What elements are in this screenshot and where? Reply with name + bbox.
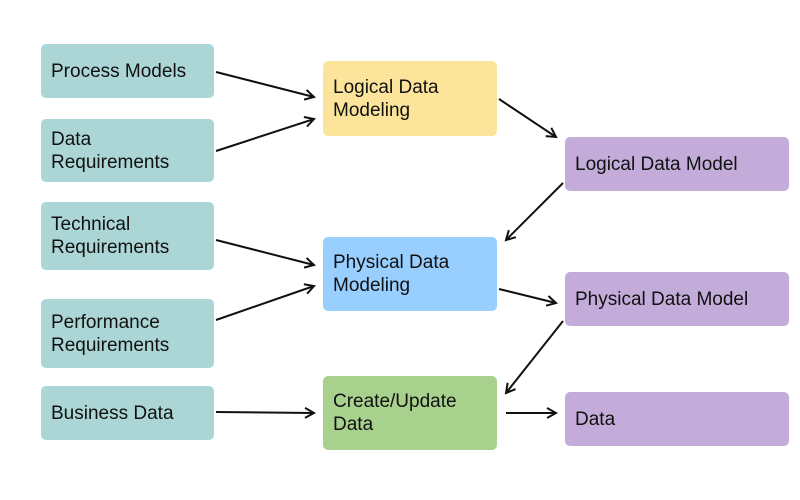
arrow-business-data-to-create (215, 412, 314, 413)
arrow-logical-modeling-to-model (498, 98, 556, 137)
arrows (215, 71, 564, 500)
arrow-tech-req-to-physical (215, 239, 314, 265)
arrow-data-req-to-logical (215, 119, 314, 152)
arrow-perf-req-to-physical (215, 286, 314, 321)
arrow-process-models-to-logical (215, 71, 314, 97)
arrow-logical-model-to-physical-modeling (506, 182, 564, 240)
arrow-physical-model-to-create (506, 320, 564, 393)
arrow-physical-modeling-to-model (498, 288, 556, 303)
